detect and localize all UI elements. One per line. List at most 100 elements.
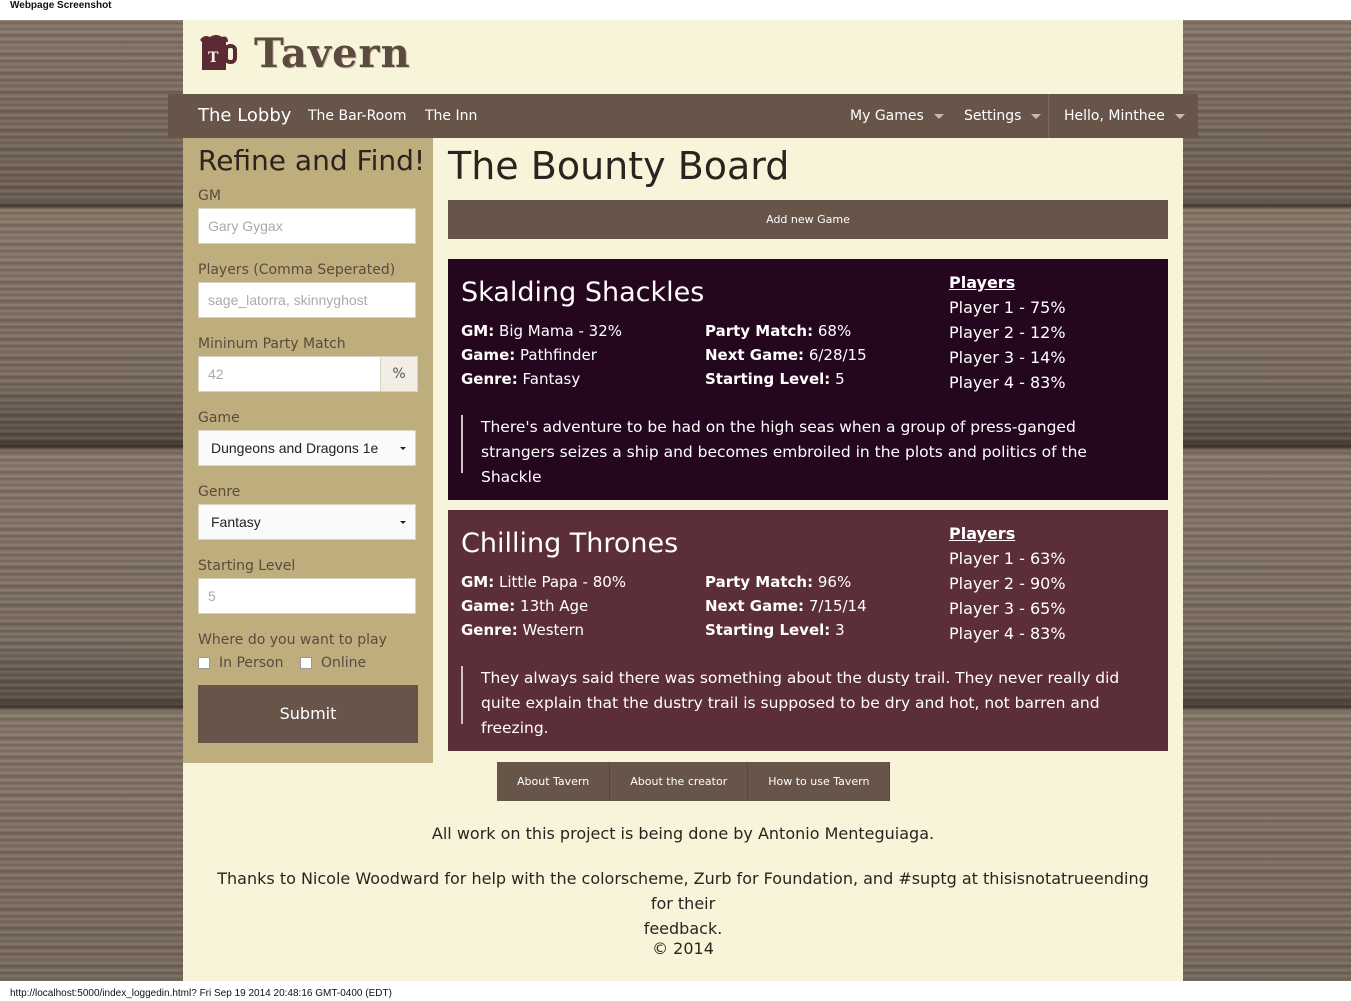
genre-select[interactable]: Fantasy [198, 504, 416, 540]
player-item: Player 1 - 75% [949, 298, 1066, 317]
footer-link-about-creator[interactable]: About the creator [610, 762, 749, 801]
party-match-label: Party Match: [705, 573, 814, 591]
player-item: Player 2 - 12% [949, 323, 1066, 342]
game-value: 13th Age [520, 597, 589, 615]
player-item: Player 4 - 83% [949, 373, 1066, 392]
game-card[interactable]: Chilling Thrones GM: Little Papa - 80% G… [448, 510, 1168, 751]
my-games-label: My Games [850, 108, 924, 124]
game-title[interactable]: Skalding Shackles [461, 277, 704, 308]
percent-suffix: % [380, 356, 418, 392]
thanks-text: Thanks to Nicole Woodward for help with … [217, 869, 1149, 913]
next-game-field: Next Game: 6/28/15 [705, 346, 867, 364]
gm-label: GM: [461, 573, 495, 591]
genre-field: Genre: Fantasy [461, 370, 580, 388]
logo[interactable]: T Tavern [196, 30, 411, 77]
in-person-checkbox[interactable]: In Person [198, 655, 284, 671]
add-game-button[interactable]: Add new Game [448, 200, 1168, 239]
players-heading[interactable]: Players [949, 273, 1015, 292]
settings-label: Settings [964, 108, 1022, 124]
page-title: The Bounty Board [448, 144, 790, 188]
starting-level-value: 5 [835, 370, 845, 388]
party-match-value: 68% [817, 322, 852, 340]
party-match-field: Party Match: 96% [705, 573, 851, 591]
credit-line: All work on this project is being done b… [431, 824, 935, 843]
gm-value: Little Papa - 80% [499, 573, 627, 591]
players-heading[interactable]: Players [949, 524, 1015, 543]
genre-select-value: Fantasy [211, 514, 261, 530]
game-label: Game: [461, 597, 516, 615]
gm-field: GM: Little Papa - 80% [461, 573, 626, 591]
nav-link-inn[interactable]: The Inn [425, 94, 477, 138]
players-label: Players (Comma Seperated) [198, 262, 396, 278]
nav-link-bar-room[interactable]: The Bar-Room [308, 94, 406, 138]
footer-link-about-tavern[interactable]: About Tavern [497, 762, 611, 801]
footer-link-how-to-use[interactable]: How to use Tavern [748, 762, 891, 801]
party-match-value: 96% [817, 573, 852, 591]
next-game-label: Next Game: [705, 597, 805, 615]
genre-label: Genre: [461, 621, 518, 639]
sidebar-title: Refine and Find! [198, 144, 426, 177]
players-input[interactable]: sage_latorra, skinnyghost [198, 282, 416, 318]
caret-down-icon [1031, 113, 1042, 119]
genre-label: Genre [198, 484, 241, 500]
next-game-value: 6/28/15 [808, 346, 867, 364]
next-game-value: 7/15/14 [808, 597, 867, 615]
nav-brand-lobby[interactable]: The Lobby [198, 94, 291, 138]
user-dropdown[interactable]: Hello, Minthee [1048, 94, 1185, 138]
game-system-field: Game: 13th Age [461, 597, 588, 615]
in-person-label: In Person [219, 655, 284, 671]
genre-field: Genre: Western [461, 621, 584, 639]
player-item: Player 2 - 90% [949, 574, 1066, 593]
game-select-value: Dungeons and Dragons 1e [211, 440, 379, 456]
checkbox-box[interactable] [300, 657, 312, 669]
my-games-dropdown[interactable]: My Games [834, 94, 944, 138]
filter-sidebar: Refine and Find! GM Gary Gygax Players (… [183, 138, 433, 763]
party-match-label: Mininum Party Match [198, 336, 346, 352]
starting-level-label: Starting Level: [705, 621, 831, 639]
game-description: They always said there was something abo… [461, 666, 1151, 737]
svg-text:T: T [208, 50, 219, 66]
submit-button[interactable]: Submit [198, 685, 418, 743]
thanks-line: Thanks to Nicole Woodward for help with … [183, 866, 1183, 941]
game-select[interactable]: Dungeons and Dragons 1e [198, 430, 416, 466]
gm-field: GM: Big Mama - 32% [461, 322, 622, 340]
logo-text: Tavern [254, 30, 411, 77]
settings-dropdown[interactable]: Settings [948, 94, 1042, 138]
online-checkbox[interactable]: Online [300, 655, 366, 671]
game-label: Game: [461, 346, 516, 364]
online-label: Online [321, 655, 367, 671]
game-title[interactable]: Chilling Thrones [461, 528, 678, 559]
capture-header: Webpage Screenshot [10, 0, 112, 11]
select-arrow-icon [400, 447, 406, 450]
game-card[interactable]: Skalding Shackles GM: Big Mama - 32% Gam… [448, 259, 1168, 500]
starting-level-label: Starting Level: [705, 370, 831, 388]
genre-value: Western [522, 621, 585, 639]
game-label: Game [198, 410, 240, 426]
capture-footer: http://localhost:5000/index_loggedin.htm… [10, 988, 392, 999]
gm-input[interactable]: Gary Gygax [198, 208, 416, 244]
starting-level-input[interactable]: 5 [198, 578, 416, 614]
starting-level-field: Starting Level: 5 [705, 370, 845, 388]
footer-nav: About Tavern About the creator How to us… [497, 762, 891, 801]
genre-value: Fantasy [522, 370, 581, 388]
caret-down-icon [933, 113, 944, 119]
starting-level-label: Starting Level [198, 558, 296, 574]
starting-level-value: 3 [835, 621, 845, 639]
game-system-field: Game: Pathfinder [461, 346, 597, 364]
party-match-field: Party Match: 68% [705, 322, 851, 340]
player-item: Player 4 - 83% [949, 624, 1066, 643]
party-match-input[interactable]: 42 [198, 356, 381, 392]
copyright: © 2014 [652, 939, 714, 958]
gm-label: GM [198, 188, 221, 204]
player-item: Player 3 - 14% [949, 348, 1066, 367]
user-greeting: Hello, Minthee [1064, 108, 1165, 124]
player-item: Player 1 - 63% [949, 549, 1066, 568]
player-item: Player 3 - 65% [949, 599, 1066, 618]
game-description: There's adventure to be had on the high … [461, 415, 1151, 486]
checkbox-box[interactable] [198, 657, 210, 669]
beer-mug-icon: T [196, 34, 238, 74]
starting-level-field: Starting Level: 3 [705, 621, 845, 639]
genre-label: Genre: [461, 370, 518, 388]
top-nav-bar: The Lobby The Bar-Room The Inn My Games … [168, 94, 1198, 138]
gm-value: Big Mama - 32% [499, 322, 623, 340]
